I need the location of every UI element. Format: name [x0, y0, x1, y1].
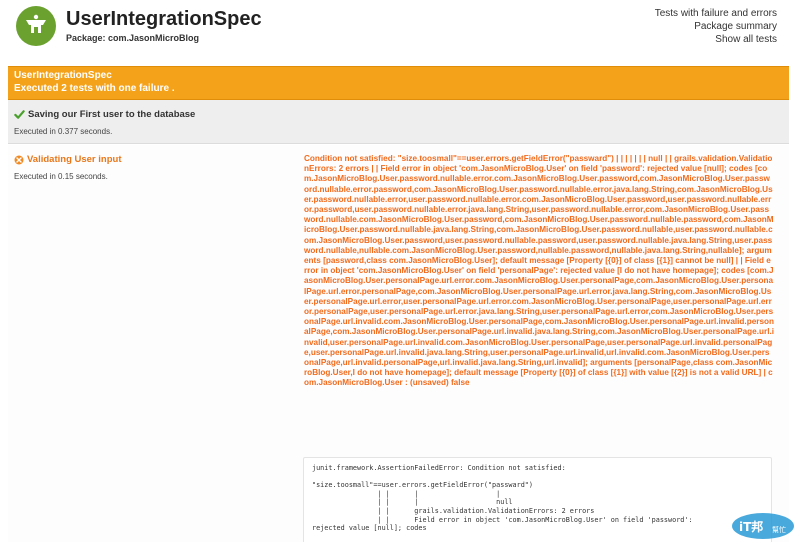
test-name-row: Validating User input — [14, 154, 122, 165]
package-name: Package: com.JasonMicroBlog — [66, 33, 200, 43]
link-show-all-tests[interactable]: Show all tests — [655, 33, 777, 46]
error-icon — [14, 155, 24, 164]
link-package-summary[interactable]: Package summary — [655, 20, 777, 33]
test-row-passed: Saving our First user to the database Ex… — [8, 100, 789, 144]
summary-title: UserIntegrationSpec — [14, 70, 112, 81]
ithome-watermark-logo: iT邦 幫忙 — [732, 513, 794, 539]
failure-message: Condition not satisfied: "size.toosmall"… — [304, 154, 775, 388]
spec-title: UserIntegrationSpec — [66, 8, 262, 30]
header-links: Tests with failure and errors Package su… — [655, 7, 777, 46]
test-name-row: Saving our First user to the database — [14, 109, 195, 120]
check-icon — [14, 110, 25, 119]
test-name: Validating User input — [27, 154, 122, 165]
test-duration: Executed in 0.15 seconds. — [14, 172, 108, 181]
stack-trace: junit.framework.AssertionFailedError: Co… — [303, 457, 772, 542]
svg-text:幫忙: 幫忙 — [772, 525, 786, 534]
svg-text:iT邦: iT邦 — [739, 519, 763, 534]
spec-summary-banner: UserIntegrationSpec Executed 2 tests wit… — [8, 66, 789, 100]
test-row-failed: Validating User input Executed in 0.15 s… — [8, 145, 789, 542]
test-duration: Executed in 0.377 seconds. — [14, 127, 113, 136]
link-tests-with-failures[interactable]: Tests with failure and errors — [655, 7, 777, 20]
report-header: UserIntegrationSpec Package: com.JasonMi… — [0, 0, 800, 62]
spock-logo-icon — [16, 6, 56, 46]
test-name: Saving our First user to the database — [28, 109, 196, 120]
summary-subtitle: Executed 2 tests with one failure . — [14, 83, 175, 94]
spock-logo-graphic — [26, 14, 46, 33]
